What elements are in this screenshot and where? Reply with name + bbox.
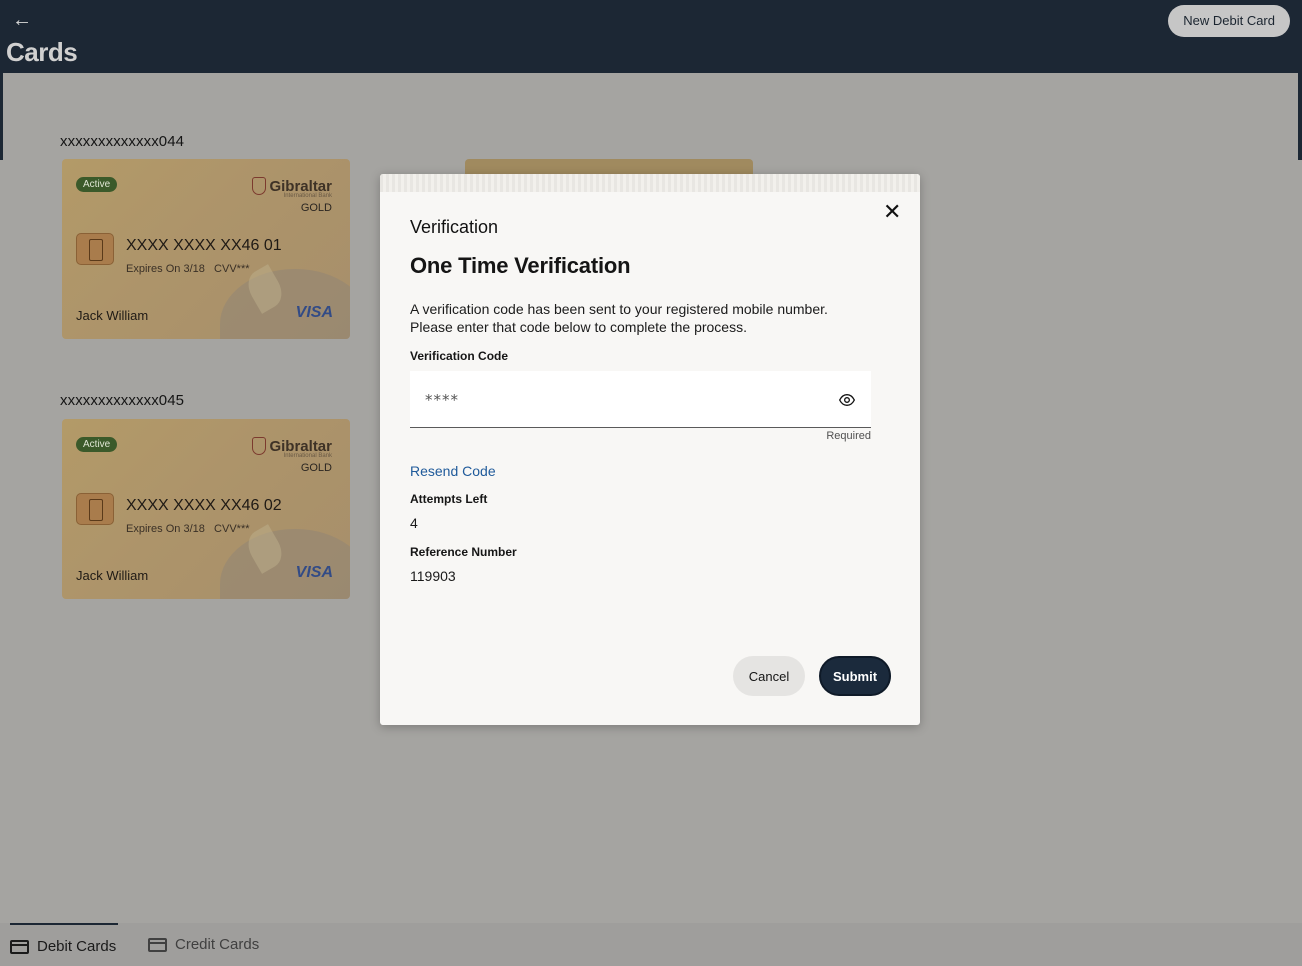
tab-label: Credit Cards: [175, 936, 260, 953]
bank-name: Gibraltar: [269, 177, 332, 195]
tab-label: Debit Cards: [37, 938, 117, 955]
required-hint: Required: [826, 430, 871, 442]
card-number: XXXX XXXX XX46 01: [126, 237, 282, 254]
right-edge: [1298, 73, 1302, 160]
modal-top-band: [380, 174, 920, 192]
status-badge: Active: [76, 437, 118, 452]
tab-debit-cards[interactable]: Debit Cards: [10, 923, 118, 966]
visa-logo: VISA: [295, 304, 333, 321]
card-icon: [148, 937, 167, 952]
debit-card[interactable]: Active Gibraltar International Bank GOLD…: [62, 159, 350, 339]
card-tier: GOLD: [300, 202, 332, 214]
left-edge: [0, 73, 3, 160]
status-badge: Active: [76, 177, 118, 192]
bank-logo-block: Gibraltar International Bank GOLD: [252, 177, 332, 214]
verification-modal: ✕ Verification One Time Verification A v…: [380, 174, 920, 725]
debit-card[interactable]: Active Gibraltar International Bank GOLD…: [62, 419, 350, 599]
card-expiry: Expires On 3/18: [126, 263, 205, 275]
card-cvv: CVV***: [214, 263, 250, 275]
bank-subtitle: International Bank: [283, 453, 332, 459]
card-tier: GOLD: [300, 462, 332, 474]
bank-subtitle: International Bank: [283, 193, 332, 199]
chip-icon: [76, 493, 114, 525]
card-holder: Jack William: [76, 308, 149, 323]
reference-number-label: Reference Number: [410, 545, 517, 559]
card-cvv: CVV***: [214, 523, 250, 535]
cancel-button[interactable]: Cancel: [733, 656, 805, 696]
card-expiry-cvv: Expires On 3/18 CVV***: [126, 523, 250, 535]
verification-code-label: Verification Code: [410, 349, 509, 363]
bank-logo-block: Gibraltar International Bank GOLD: [252, 437, 332, 474]
eye-icon[interactable]: [839, 392, 855, 408]
tab-credit-cards[interactable]: Credit Cards: [148, 923, 259, 966]
modal-description: A verification code has been sent to you…: [410, 301, 828, 335]
app-header: ← Cards New Debit Card: [0, 0, 1302, 73]
card-account-number: xxxxxxxxxxxxx045: [60, 392, 185, 409]
resend-code-link[interactable]: Resend Code: [410, 463, 496, 479]
page-title: Cards: [6, 37, 78, 67]
close-icon[interactable]: ✕: [883, 201, 901, 223]
verification-code-input[interactable]: [425, 389, 825, 411]
card-holder: Jack William: [76, 568, 149, 583]
new-debit-card-button[interactable]: New Debit Card: [1168, 5, 1290, 37]
card-account-number: xxxxxxxxxxxxx044: [60, 133, 185, 150]
bank-name: Gibraltar: [269, 437, 332, 455]
bottom-tab-bar: Debit Cards Credit Cards: [0, 923, 1302, 966]
card-icon: [10, 939, 29, 954]
verification-code-field: [410, 371, 871, 428]
bank-crest-icon: [252, 437, 267, 455]
attempts-left-value: 4: [410, 515, 418, 531]
attempts-left-label: Attempts Left: [410, 492, 488, 506]
submit-button[interactable]: Submit: [819, 656, 891, 696]
arrow-left-icon[interactable]: ←: [12, 10, 32, 30]
bank-crest-icon: [252, 177, 267, 195]
chip-icon: [76, 233, 114, 265]
modal-title: One Time Verification: [410, 253, 631, 278]
modal-header: Verification: [410, 217, 499, 237]
card-expiry: Expires On 3/18: [126, 523, 205, 535]
visa-logo: VISA: [295, 564, 333, 581]
reference-number-value: 119903: [410, 568, 456, 584]
card-expiry-cvv: Expires On 3/18 CVV***: [126, 263, 250, 275]
card-number: XXXX XXXX XX46 02: [126, 497, 282, 514]
